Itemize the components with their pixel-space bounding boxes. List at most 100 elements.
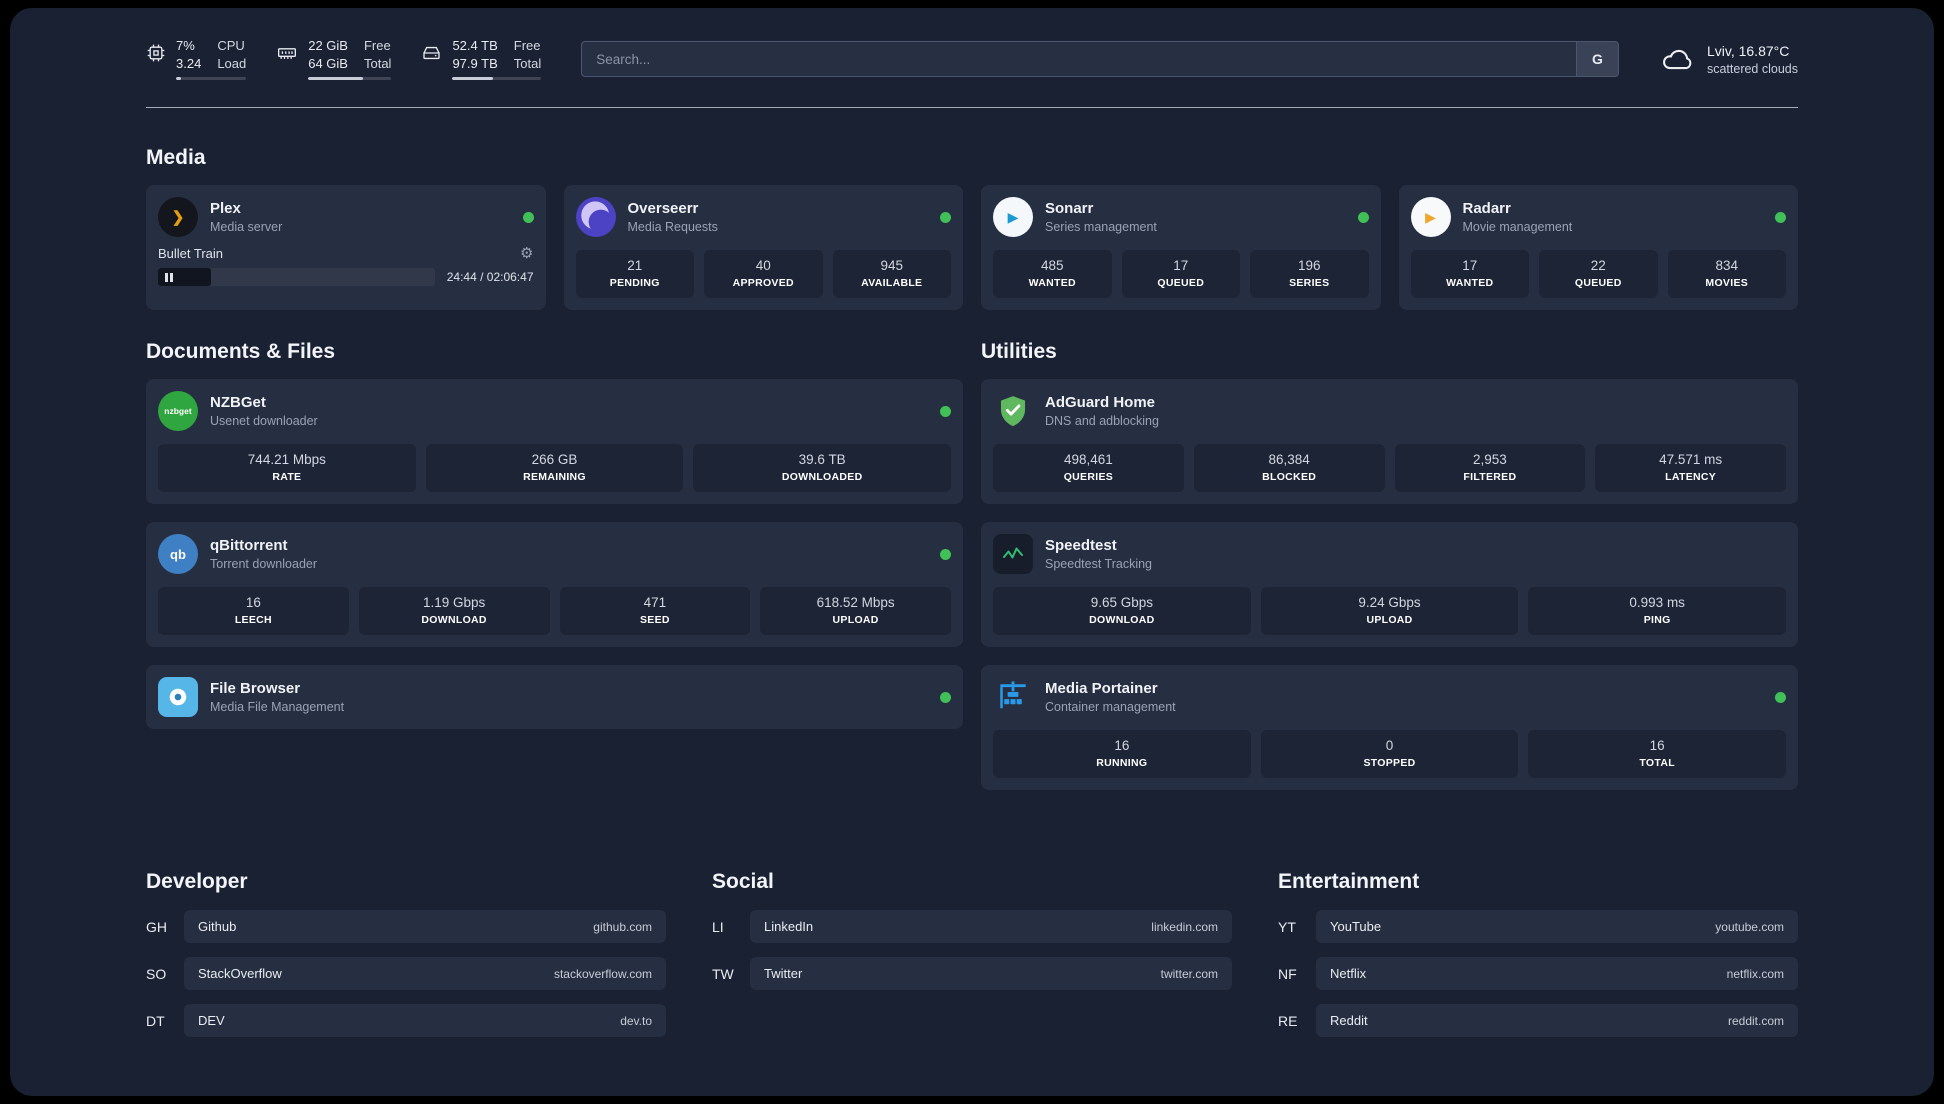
stat-tile: 485 WANTED: [993, 250, 1112, 298]
bookmark-url: linkedin.com: [1151, 919, 1218, 934]
storage-free-label: Free: [513, 38, 541, 53]
bookmark-abbr: DT: [146, 1012, 165, 1029]
memory-free-label: Free: [363, 38, 391, 53]
bookmark-link-linkedin[interactable]: LinkedIn linkedin.com: [750, 910, 1232, 943]
stat-tile: 16 LEECH: [158, 587, 349, 635]
app-name: NZBGet: [210, 394, 266, 411]
app-card-portainer[interactable]: Media Portainer Container management 16 …: [981, 665, 1798, 790]
bookmark-group-social: Social LI LinkedIn linkedin.com TW Twitt…: [712, 852, 1232, 1051]
app-desc: DNS and adblocking: [1045, 414, 1159, 428]
app-desc: Media Requests: [627, 220, 718, 234]
memory-progress-bar: [308, 77, 392, 80]
stat-value: 1.19 Gbps: [422, 595, 486, 610]
storage-total-label: Total: [513, 56, 542, 71]
plex-icon: ❯: [158, 197, 198, 237]
bookmark-group-developer: Developer GH Github github.com SO StackO…: [146, 852, 666, 1051]
now-playing-title: Bullet Train: [158, 246, 224, 261]
storage-total-value: 97.9 TB: [452, 56, 498, 71]
app-name: Media Portainer: [1045, 680, 1158, 697]
section-title-utilities: Utilities: [981, 340, 1057, 363]
stat-value: 17: [1462, 258, 1478, 273]
list-item: NF Netflix netflix.com: [1278, 957, 1798, 990]
stat-value: 0: [1385, 738, 1394, 753]
app-name: qBittorrent: [210, 537, 288, 554]
bookmark-link-reddit[interactable]: Reddit reddit.com: [1316, 1004, 1798, 1037]
playback-progress-bar[interactable]: [158, 268, 435, 286]
bookmark-link-netflix[interactable]: Netflix netflix.com: [1316, 957, 1798, 990]
stat-label: DOWNLOAD: [421, 614, 487, 626]
app-card-speedtest[interactable]: Speedtest Speedtest Tracking 9.65 Gbps D…: [981, 522, 1798, 647]
list-item: RE Reddit reddit.com: [1278, 1004, 1798, 1037]
bookmark-link-github[interactable]: Github github.com: [184, 910, 666, 943]
stat-label: PENDING: [609, 277, 660, 289]
sonarr-icon: ▶: [993, 197, 1033, 237]
app-card-radarr[interactable]: ▶ Radarr Movie management 17 WANTED 22 Q…: [1398, 185, 1798, 310]
weather-widget[interactable]: Lviv, 16.87°C scattered clouds: [1661, 43, 1798, 76]
list-item: GH Github github.com: [146, 910, 666, 943]
bookmark-link-twitter[interactable]: Twitter twitter.com: [750, 957, 1232, 990]
bookmark-name: YouTube: [1330, 919, 1382, 934]
plex-now-playing-widget: Bullet Train ⚙ 24:44 / 02:06:47: [158, 246, 534, 286]
app-card-sonarr[interactable]: ▶ Sonarr Series management 485 WANTED 17…: [981, 185, 1381, 310]
bookmark-link-youtube[interactable]: YouTube youtube.com: [1316, 910, 1798, 943]
system-metrics: 7% 3.24 CPU Load 22 GiB 64 GiB Free Tota…: [146, 38, 542, 80]
storage-progress-bar: [452, 77, 542, 80]
bookmark-url: stackoverflow.com: [553, 966, 652, 981]
app-desc: Media File Management: [210, 700, 345, 714]
search-engine-button[interactable]: G: [1575, 42, 1618, 76]
app-desc: Container management: [1045, 700, 1176, 714]
app-card-qbittorrent[interactable]: qb qBittorrent Torrent downloader 16 LEE…: [146, 522, 963, 647]
stat-tile: 17 WANTED: [1410, 250, 1529, 298]
app-card-filebrowser[interactable]: File Browser Media File Management: [146, 665, 963, 729]
stat-label: BLOCKED: [1262, 471, 1317, 483]
stat-value: 39.6 TB: [798, 452, 846, 467]
section-title-media: Media: [146, 146, 206, 169]
bookmark-link-stackoverflow[interactable]: StackOverflow stackoverflow.com: [184, 957, 666, 990]
cloud-icon: [1661, 45, 1695, 73]
stat-tile: 22 QUEUED: [1539, 250, 1658, 298]
pause-icon[interactable]: [165, 268, 173, 286]
memory-total-value: 64 GiB: [308, 56, 348, 71]
stat-label: LATENCY: [1665, 471, 1717, 483]
bookmark-url: dev.to: [620, 1013, 652, 1028]
stat-value: 16: [245, 595, 261, 610]
list-item: YT YouTube youtube.com: [1278, 910, 1798, 943]
weather-condition: scattered clouds: [1706, 61, 1798, 76]
section-title-entertainment: Entertainment: [1278, 870, 1420, 893]
status-online-dot: [1775, 691, 1786, 703]
stat-tile: 47.571 ms LATENCY: [1595, 444, 1786, 492]
stat-value: 945: [880, 258, 904, 273]
bookmark-name: Reddit: [1330, 1013, 1368, 1028]
memory-usage-widget: 22 GiB 64 GiB Free Total: [276, 38, 392, 80]
stat-value: 16: [1114, 738, 1130, 753]
stat-tile: 618.52 Mbps UPLOAD: [760, 587, 951, 635]
app-card-plex[interactable]: ❯ Plex Media server Bullet Train ⚙ 24:44…: [146, 185, 546, 310]
stat-label: PING: [1643, 614, 1671, 626]
weather-location: Lviv, 16.87°C: [1706, 42, 1790, 59]
stat-value: 196: [1297, 258, 1321, 273]
status-online-dot: [1357, 211, 1369, 223]
app-card-adguard[interactable]: AdGuard Home DNS and adblocking 498,461 …: [981, 379, 1798, 504]
stat-label: UPLOAD: [1366, 614, 1413, 626]
stat-value: 9.24 Gbps: [1358, 595, 1421, 610]
stat-tile: 266 GB REMAINING: [425, 444, 684, 492]
settings-gear-icon[interactable]: ⚙: [520, 246, 533, 261]
app-desc: Torrent downloader: [210, 557, 318, 571]
qbittorrent-icon: qb: [158, 534, 198, 574]
stat-label: SEED: [639, 614, 670, 626]
portainer-crane-icon: [993, 677, 1033, 717]
filebrowser-icon: [158, 677, 198, 717]
stat-value: 744.21 Mbps: [247, 452, 326, 467]
app-card-overseerr[interactable]: Overseerr Media Requests 21 PENDING 40 A…: [563, 185, 963, 310]
bookmark-link-dev[interactable]: DEV dev.to: [184, 1004, 666, 1037]
bookmark-url: github.com: [593, 919, 652, 934]
stat-label: RATE: [272, 471, 302, 483]
app-card-nzbget[interactable]: nzbget NZBGet Usenet downloader 744.21 M…: [146, 379, 963, 504]
stat-label: REMAINING: [523, 471, 586, 483]
status-online-dot: [1775, 211, 1786, 223]
stat-value: 0.993 ms: [1629, 595, 1685, 610]
app-desc: Usenet downloader: [210, 414, 318, 428]
stat-label: SERIES: [1289, 277, 1330, 289]
app-desc: Media server: [210, 220, 283, 234]
search-input[interactable]: [581, 41, 1619, 77]
